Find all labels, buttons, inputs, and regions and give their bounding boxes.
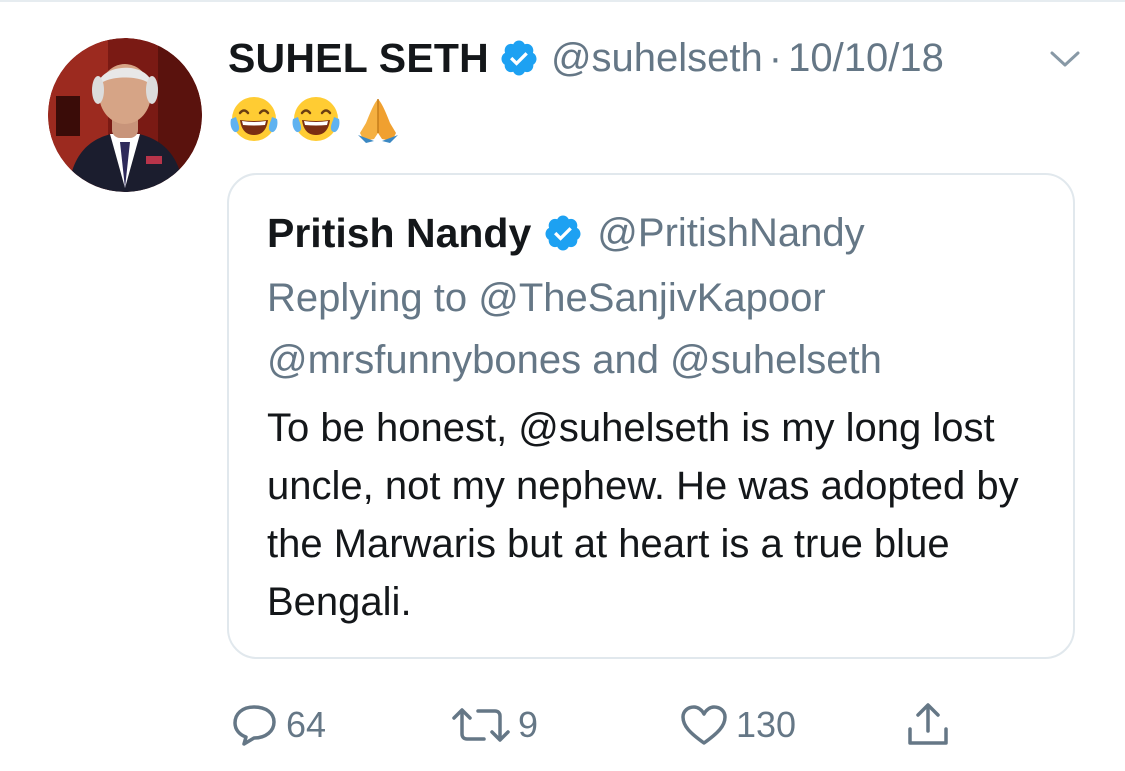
reply-icon (233, 705, 276, 746)
quoted-handle[interactable]: @PritishNandy (597, 211, 864, 256)
quoted-tweet-text: To be honest, @suhelseth is my long lost… (267, 406, 1019, 624)
heart-icon (681, 705, 727, 745)
verified-badge-icon (545, 215, 581, 251)
share-icon (908, 703, 948, 745)
tears-of-joy-emoji-icon (230, 97, 278, 141)
separator: · (768, 35, 783, 80)
reply-count: 64 (286, 704, 327, 745)
replying-to[interactable]: Replying to @TheSanjivKapoor @mrsfunnybo… (267, 267, 1047, 391)
like-count: 130 (736, 704, 797, 745)
quoted-tweet[interactable]: Pritish Nandy @PritishNandy Replying to … (227, 173, 1075, 659)
retweet-icon (452, 708, 510, 742)
tweet-header: SUHEL SETH @suhelseth · 10/10/18 (228, 30, 944, 86)
share-button[interactable] (904, 700, 958, 750)
quoted-display-name[interactable]: Pritish Nandy (267, 210, 531, 257)
verified-badge-icon (499, 38, 539, 78)
folded-hands-emoji-icon (358, 99, 398, 143)
quoted-tweet-header: Pritish Nandy @PritishNandy (267, 205, 865, 261)
retweet-button[interactable]: 9 (450, 700, 538, 750)
tweet-actions: 64 9 130 (228, 700, 988, 750)
handle[interactable]: @suhelseth (551, 36, 763, 81)
divider (0, 0, 1125, 2)
chevron-down-icon[interactable] (1044, 44, 1086, 74)
avatar[interactable] (48, 38, 202, 192)
tweet-text (228, 90, 414, 148)
retweet-count: 9 (518, 704, 539, 745)
like-button[interactable]: 130 (678, 700, 796, 750)
tweet-date[interactable]: 10/10/18 (788, 36, 944, 81)
tears-of-joy-emoji-icon (292, 97, 340, 141)
tweet[interactable]: SUHEL SETH @suhelseth · 10/10/18 Pritish… (0, 0, 1125, 771)
reply-button[interactable]: 64 (230, 700, 326, 750)
display-name[interactable]: SUHEL SETH (228, 35, 489, 82)
